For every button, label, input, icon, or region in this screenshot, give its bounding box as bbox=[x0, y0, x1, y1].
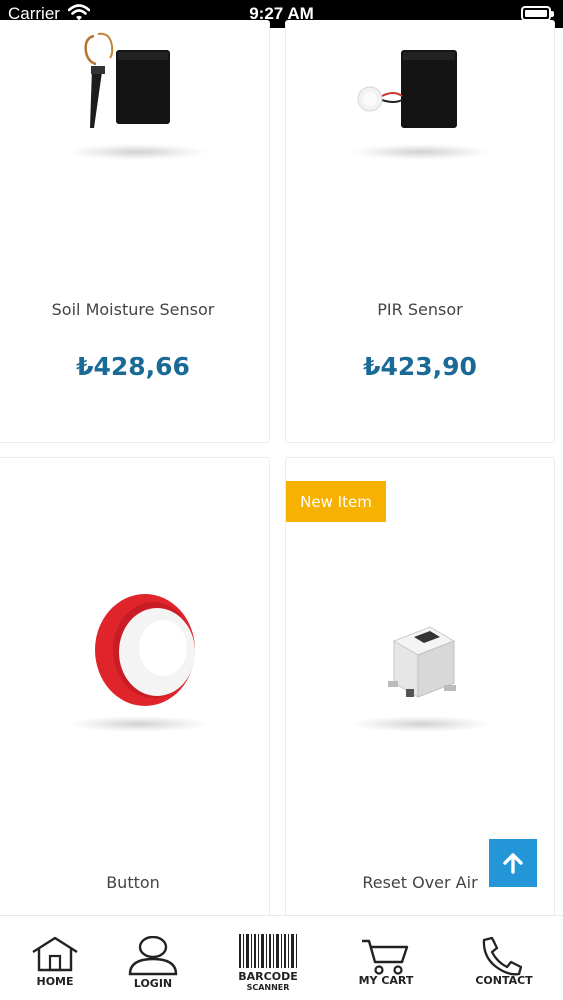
nav-barcode-label: BARCODE bbox=[238, 970, 298, 983]
product-shadow bbox=[67, 144, 207, 160]
product-image bbox=[84, 32, 170, 128]
nav-cart-label: MY CART bbox=[358, 974, 414, 987]
battery-icon bbox=[521, 6, 554, 21]
nav-home-label: HOME bbox=[36, 975, 74, 988]
product-image bbox=[357, 50, 457, 128]
product-image bbox=[388, 626, 456, 698]
product-name: PIR Sensor bbox=[377, 300, 463, 319]
nav-barcode-scanner[interactable]: BARCODE SCANNER bbox=[228, 916, 308, 1000]
cart-icon bbox=[362, 939, 409, 975]
phone-icon bbox=[482, 936, 523, 976]
product-card[interactable]: Button bbox=[0, 457, 270, 927]
nav-cart[interactable]: MY CART bbox=[348, 916, 424, 1000]
product-name: Button bbox=[106, 873, 160, 892]
product-image bbox=[95, 594, 195, 706]
nav-login-label: LOGIN bbox=[133, 977, 173, 990]
product-card[interactable]: PIR Sensor ₺423,90 bbox=[285, 20, 555, 443]
nav-contact[interactable]: CONTACT bbox=[464, 916, 544, 1000]
nav-home[interactable]: HOME bbox=[20, 916, 90, 1000]
arrow-up-icon bbox=[503, 853, 523, 874]
scroll-to-top-button[interactable] bbox=[489, 839, 537, 887]
product-shadow bbox=[351, 144, 491, 160]
product-name: Soil Moisture Sensor bbox=[51, 300, 215, 319]
nav-contact-label: CONTACT bbox=[475, 974, 533, 987]
product-price: ₺423,90 bbox=[363, 352, 477, 381]
new-item-badge: New Item bbox=[286, 481, 386, 522]
product-shadow bbox=[69, 716, 209, 732]
nav-barcode-sublabel: SCANNER bbox=[246, 983, 290, 992]
product-price: ₺428,66 bbox=[76, 352, 190, 381]
product-shadow bbox=[351, 716, 491, 732]
nav-login[interactable]: LOGIN bbox=[118, 916, 188, 1000]
home-icon bbox=[32, 936, 78, 972]
user-icon bbox=[128, 936, 178, 976]
bottom-nav: HOME LOGIN BARCODE SCANNER MY CART CONTA… bbox=[0, 915, 563, 1000]
product-card[interactable]: Soil Moisture Sensor ₺428,66 bbox=[0, 20, 270, 443]
barcode-icon bbox=[239, 934, 297, 968]
